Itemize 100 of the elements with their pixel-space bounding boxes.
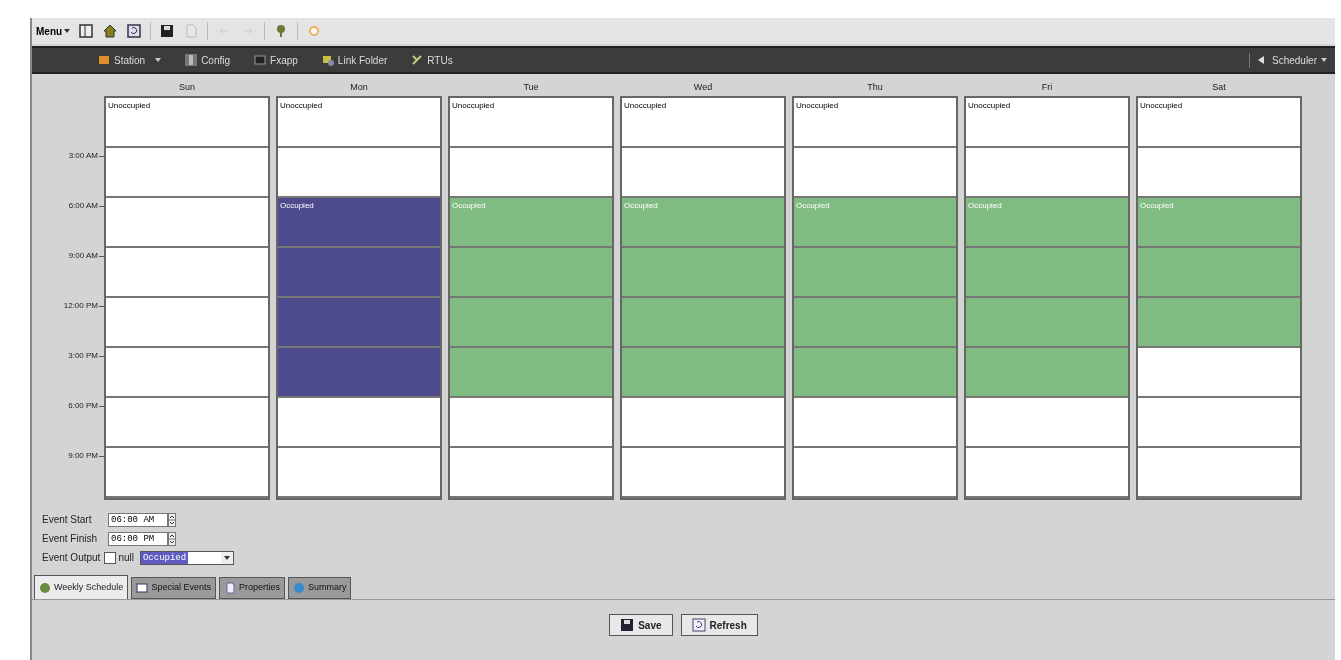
window-icon (254, 54, 267, 66)
nav-item[interactable]: Fxapp (254, 52, 298, 68)
time-label: 6:00 AM (68, 200, 98, 212)
home-icon[interactable] (102, 23, 119, 39)
window-icon (136, 582, 149, 594)
slot-label: Unoccupied (796, 100, 839, 112)
field-label: Event Finish (42, 532, 99, 546)
unoccupied-slot[interactable] (450, 148, 612, 198)
spinner-icon (168, 531, 176, 546)
dropdown-value: Occupied (140, 551, 189, 564)
bar-icon (185, 54, 198, 66)
unoccupied-slot[interactable] (106, 198, 268, 248)
menu-button[interactable]: Menu (36, 23, 71, 39)
unoccupied-slot[interactable] (106, 248, 268, 298)
unoccupied-slot[interactable] (278, 448, 440, 498)
unoccupied-slot[interactable]: Unoccupied (106, 98, 268, 148)
spinner-icon (168, 512, 176, 527)
unoccupied-slot[interactable] (794, 398, 956, 448)
unoccupied-slot[interactable] (794, 148, 956, 198)
nav-item[interactable]: Link Folder (321, 52, 388, 68)
unoccupied-slot[interactable] (106, 298, 268, 348)
slot-label: Occupied (452, 200, 486, 212)
tab[interactable]: Special Events (131, 577, 216, 599)
unoccupied-slot[interactable] (278, 148, 440, 198)
wrench-icon (411, 54, 424, 66)
unoccupied-slot[interactable] (622, 398, 784, 448)
time-label: 9:00 AM (68, 250, 98, 262)
caret-icon (220, 551, 233, 564)
save-icon (620, 618, 635, 632)
caret-icon (64, 29, 71, 33)
unoccupied-slot[interactable] (278, 398, 440, 448)
slot-label: Unoccupied (968, 100, 1011, 112)
save-icon[interactable] (159, 23, 176, 39)
unoccupied-slot[interactable] (106, 348, 268, 398)
output-dropdown[interactable]: Occupied (139, 550, 234, 565)
day-header: Thu (866, 81, 884, 94)
slot-label: Unoccupied (108, 100, 151, 112)
null-checkbox[interactable] (104, 551, 117, 564)
unoccupied-slot[interactable] (1138, 448, 1300, 498)
nav-item[interactable]: Station (98, 52, 162, 68)
tab[interactable]: Properties (218, 577, 285, 599)
unoccupied-slot[interactable] (966, 148, 1128, 198)
nav-item[interactable]: Config (185, 52, 231, 68)
day-header: Tue (522, 81, 540, 94)
checkbox-label: null (118, 551, 134, 565)
slot-label: Occupied (968, 200, 1002, 212)
day-header: Fri (1040, 81, 1054, 94)
day-header: Sat (1211, 81, 1227, 94)
unoccupied-slot[interactable]: Unoccupied (622, 98, 784, 148)
document-icon (223, 582, 236, 594)
slot-label: Occupied (280, 200, 314, 212)
slot-label: Unoccupied (624, 100, 667, 112)
unoccupied-slot[interactable]: Unoccupied (278, 98, 440, 148)
refresh-icon[interactable] (126, 23, 143, 39)
refresh-icon (691, 618, 706, 632)
field-label: Event Output (42, 551, 101, 565)
time-field[interactable]: 06:00 PM (108, 531, 168, 546)
folder-icon (98, 54, 110, 66)
unoccupied-slot[interactable] (1138, 148, 1300, 198)
unoccupied-slot[interactable] (106, 448, 268, 498)
unoccupied-slot[interactable] (794, 448, 956, 498)
unoccupied-slot[interactable]: Unoccupied (450, 98, 612, 148)
unoccupied-slot[interactable] (106, 148, 268, 198)
nav-item[interactable]: RTUs (411, 52, 453, 68)
caret-icon (1321, 58, 1327, 62)
unoccupied-slot[interactable] (1138, 348, 1300, 398)
layout-icon[interactable] (78, 23, 95, 39)
unoccupied-slot[interactable]: Unoccupied (966, 98, 1128, 148)
time-label: 12:00 PM (63, 300, 98, 312)
day-header: Wed (692, 81, 714, 94)
slot-label: Occupied (624, 200, 658, 212)
unoccupied-slot[interactable] (966, 398, 1128, 448)
unoccupied-slot[interactable]: Unoccupied (794, 98, 956, 148)
unoccupied-slot[interactable] (106, 398, 268, 448)
slot-label: Unoccupied (452, 100, 495, 112)
time-label: 9:00 PM (68, 450, 98, 462)
unoccupied-slot[interactable] (966, 448, 1128, 498)
unoccupied-slot[interactable]: Unoccupied (1138, 98, 1300, 148)
scheduler-menu[interactable]: Scheduler (1248, 52, 1331, 68)
unoccupied-slot[interactable] (622, 148, 784, 198)
unoccupied-slot[interactable] (450, 448, 612, 498)
time-label: 3:00 PM (68, 350, 98, 362)
slot-label: Occupied (1140, 200, 1174, 212)
time-label: 6:00 PM (68, 400, 98, 412)
time-field[interactable]: 06:00 AM (108, 512, 168, 527)
slot-label: Occupied (796, 200, 830, 212)
folder-icon (321, 54, 334, 66)
unoccupied-slot[interactable] (1138, 398, 1300, 448)
refresh-button[interactable]: Refresh (680, 614, 758, 636)
occupied-slot[interactable]: Occupied (278, 198, 440, 248)
tab[interactable]: Summary (287, 577, 352, 599)
slot-label: Unoccupied (1140, 100, 1183, 112)
unoccupied-slot[interactable] (450, 398, 612, 448)
unoccupied-slot[interactable] (622, 448, 784, 498)
time-label: 3:00 AM (68, 150, 98, 162)
day-header: Mon (349, 81, 369, 94)
slot-label: Unoccupied (280, 100, 323, 112)
save-button[interactable]: Save (609, 614, 673, 636)
tab[interactable]: Weekly Schedule (34, 575, 129, 599)
day-header: Sun (178, 81, 196, 94)
